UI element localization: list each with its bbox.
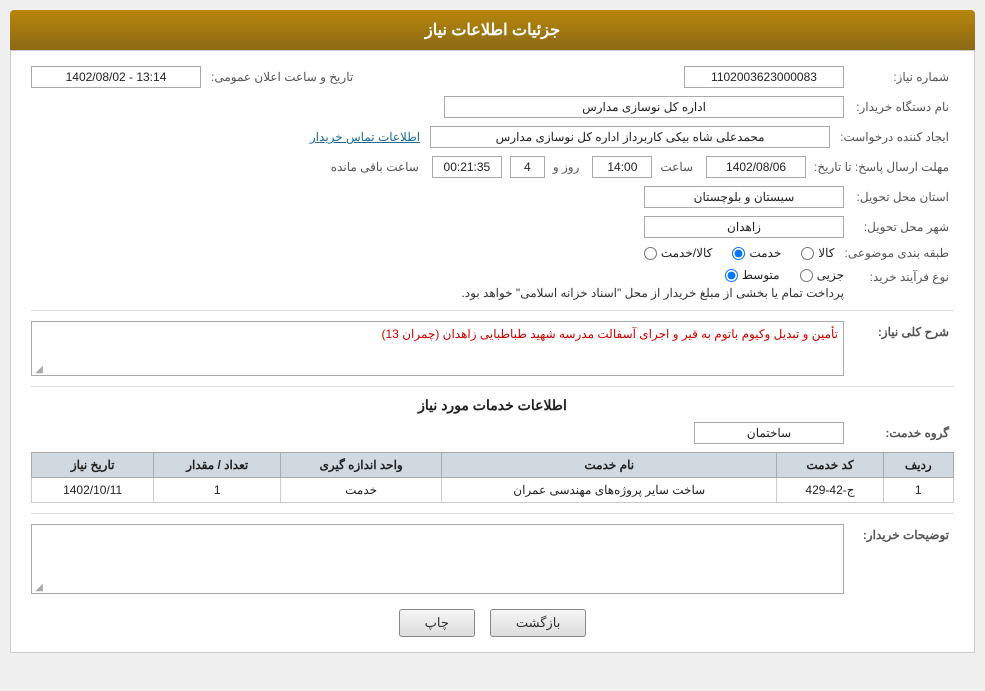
creator-label: ایجاد کننده درخواست: — [840, 130, 954, 144]
radio-motavasset[interactable] — [725, 269, 738, 282]
col-header-date: تاریخ نیاز — [32, 453, 154, 478]
category-kala: کالا — [801, 246, 834, 260]
table-row: 1ج-42-429ساخت سایر پروژه‌های مهندسی عمرا… — [32, 478, 954, 503]
separator-3 — [31, 513, 954, 514]
deadline-time: 14:00 — [592, 156, 652, 178]
col-header-code: کد خدمت — [777, 453, 883, 478]
deadline-time-label: ساعت — [660, 160, 698, 174]
need-number-value: 1102003623000083 — [684, 66, 844, 88]
deadline-days-label: روز و — [553, 160, 585, 174]
date-label: تاریخ و ساعت اعلان عمومی: — [211, 70, 358, 84]
buyer-comments-label: توضیحات خریدار: — [854, 524, 954, 542]
deadline-days: 4 — [510, 156, 545, 178]
deadline-label: مهلت ارسال پاسخ: تا تاریخ: — [814, 160, 954, 174]
cell-code: ج-42-429 — [777, 478, 883, 503]
deadline-remaining: 00:21:35 — [432, 156, 502, 178]
city-label: شهر محل تحویل: — [854, 220, 954, 234]
separator-2 — [31, 386, 954, 387]
need-number-label: شماره نیاز: — [854, 70, 954, 84]
cell-count: 1 — [154, 478, 281, 503]
deadline-date: 1402/08/06 — [706, 156, 806, 178]
description-value: تأمین و تبدیل وکیوم باتوم به قیر و اجرای… — [31, 321, 844, 376]
process-options: جزیی متوسط — [461, 268, 844, 282]
province-value: سیستان و بلوچستان — [644, 186, 844, 208]
comment-resize-handle: ◢ — [33, 582, 43, 592]
buyer-name-label: نام دستگاه خریدار: — [854, 100, 954, 114]
page-wrapper: جزئیات اطلاعات نیاز شماره نیاز: 11020036… — [0, 0, 985, 691]
process-label: نوع فرآیند خرید: — [854, 268, 954, 284]
col-header-row: ردیف — [883, 453, 953, 478]
process-note: پرداخت تمام یا بخشی از مبلغ خریدار از مح… — [461, 286, 844, 300]
description-label: شرح کلی نیاز: — [854, 321, 954, 339]
radio-kala-khedmat[interactable] — [644, 247, 657, 260]
col-header-unit: واحد اندازه گیری — [281, 453, 442, 478]
services-section-title: اطلاعات خدمات مورد نیاز — [31, 397, 954, 414]
service-group-label: گروه خدمت: — [854, 426, 954, 440]
process-motavasset: متوسط — [725, 268, 780, 282]
resize-handle: ◢ — [33, 364, 43, 374]
radio-kala[interactable] — [801, 247, 814, 260]
date-value: 1402/08/02 - 13:14 — [31, 66, 201, 88]
contact-link[interactable]: اطلاعات تماس خریدار — [310, 130, 420, 144]
category-label: طبقه بندی موضوعی: — [844, 246, 954, 260]
service-group-value: ساختمان — [694, 422, 844, 444]
print-button[interactable]: چاپ — [399, 609, 475, 637]
creator-value: محمدعلی شاه بیکی کاربرداز اداره کل نوساز… — [430, 126, 830, 148]
category-khedmat: خدمت — [732, 246, 781, 260]
cell-unit: خدمت — [281, 478, 442, 503]
radio-khedmat[interactable] — [732, 247, 745, 260]
radio-jozvi[interactable] — [800, 269, 813, 282]
main-content: شماره نیاز: 1102003623000083 تاریخ و ساع… — [10, 50, 975, 653]
province-label: استان محل تحویل: — [854, 190, 954, 204]
buyer-comments-box[interactable] — [31, 524, 844, 594]
process-jozvi: جزیی — [800, 268, 844, 282]
col-header-name: نام خدمت — [442, 453, 777, 478]
button-row: بازگشت چاپ — [31, 609, 954, 637]
buyer-name-value: اداره کل نوسازی مدارس — [444, 96, 844, 118]
separator-1 — [31, 310, 954, 311]
category-options: کالا خدمت کالا/خدمت — [644, 246, 835, 260]
deadline-remaining-label: ساعت باقی مانده — [331, 160, 424, 174]
page-title: جزئیات اطلاعات نیاز — [425, 22, 560, 39]
cell-row: 1 — [883, 478, 953, 503]
back-button[interactable]: بازگشت — [490, 609, 586, 637]
page-header: جزئیات اطلاعات نیاز — [10, 10, 975, 50]
col-header-count: تعداد / مقدار — [154, 453, 281, 478]
cell-name: ساخت سایر پروژه‌های مهندسی عمران — [442, 478, 777, 503]
category-kala-khedmat: کالا/خدمت — [644, 246, 712, 260]
services-table: ردیف کد خدمت نام خدمت واحد اندازه گیری ت… — [31, 452, 954, 503]
city-value: زاهدان — [644, 216, 844, 238]
cell-date: 1402/10/11 — [32, 478, 154, 503]
